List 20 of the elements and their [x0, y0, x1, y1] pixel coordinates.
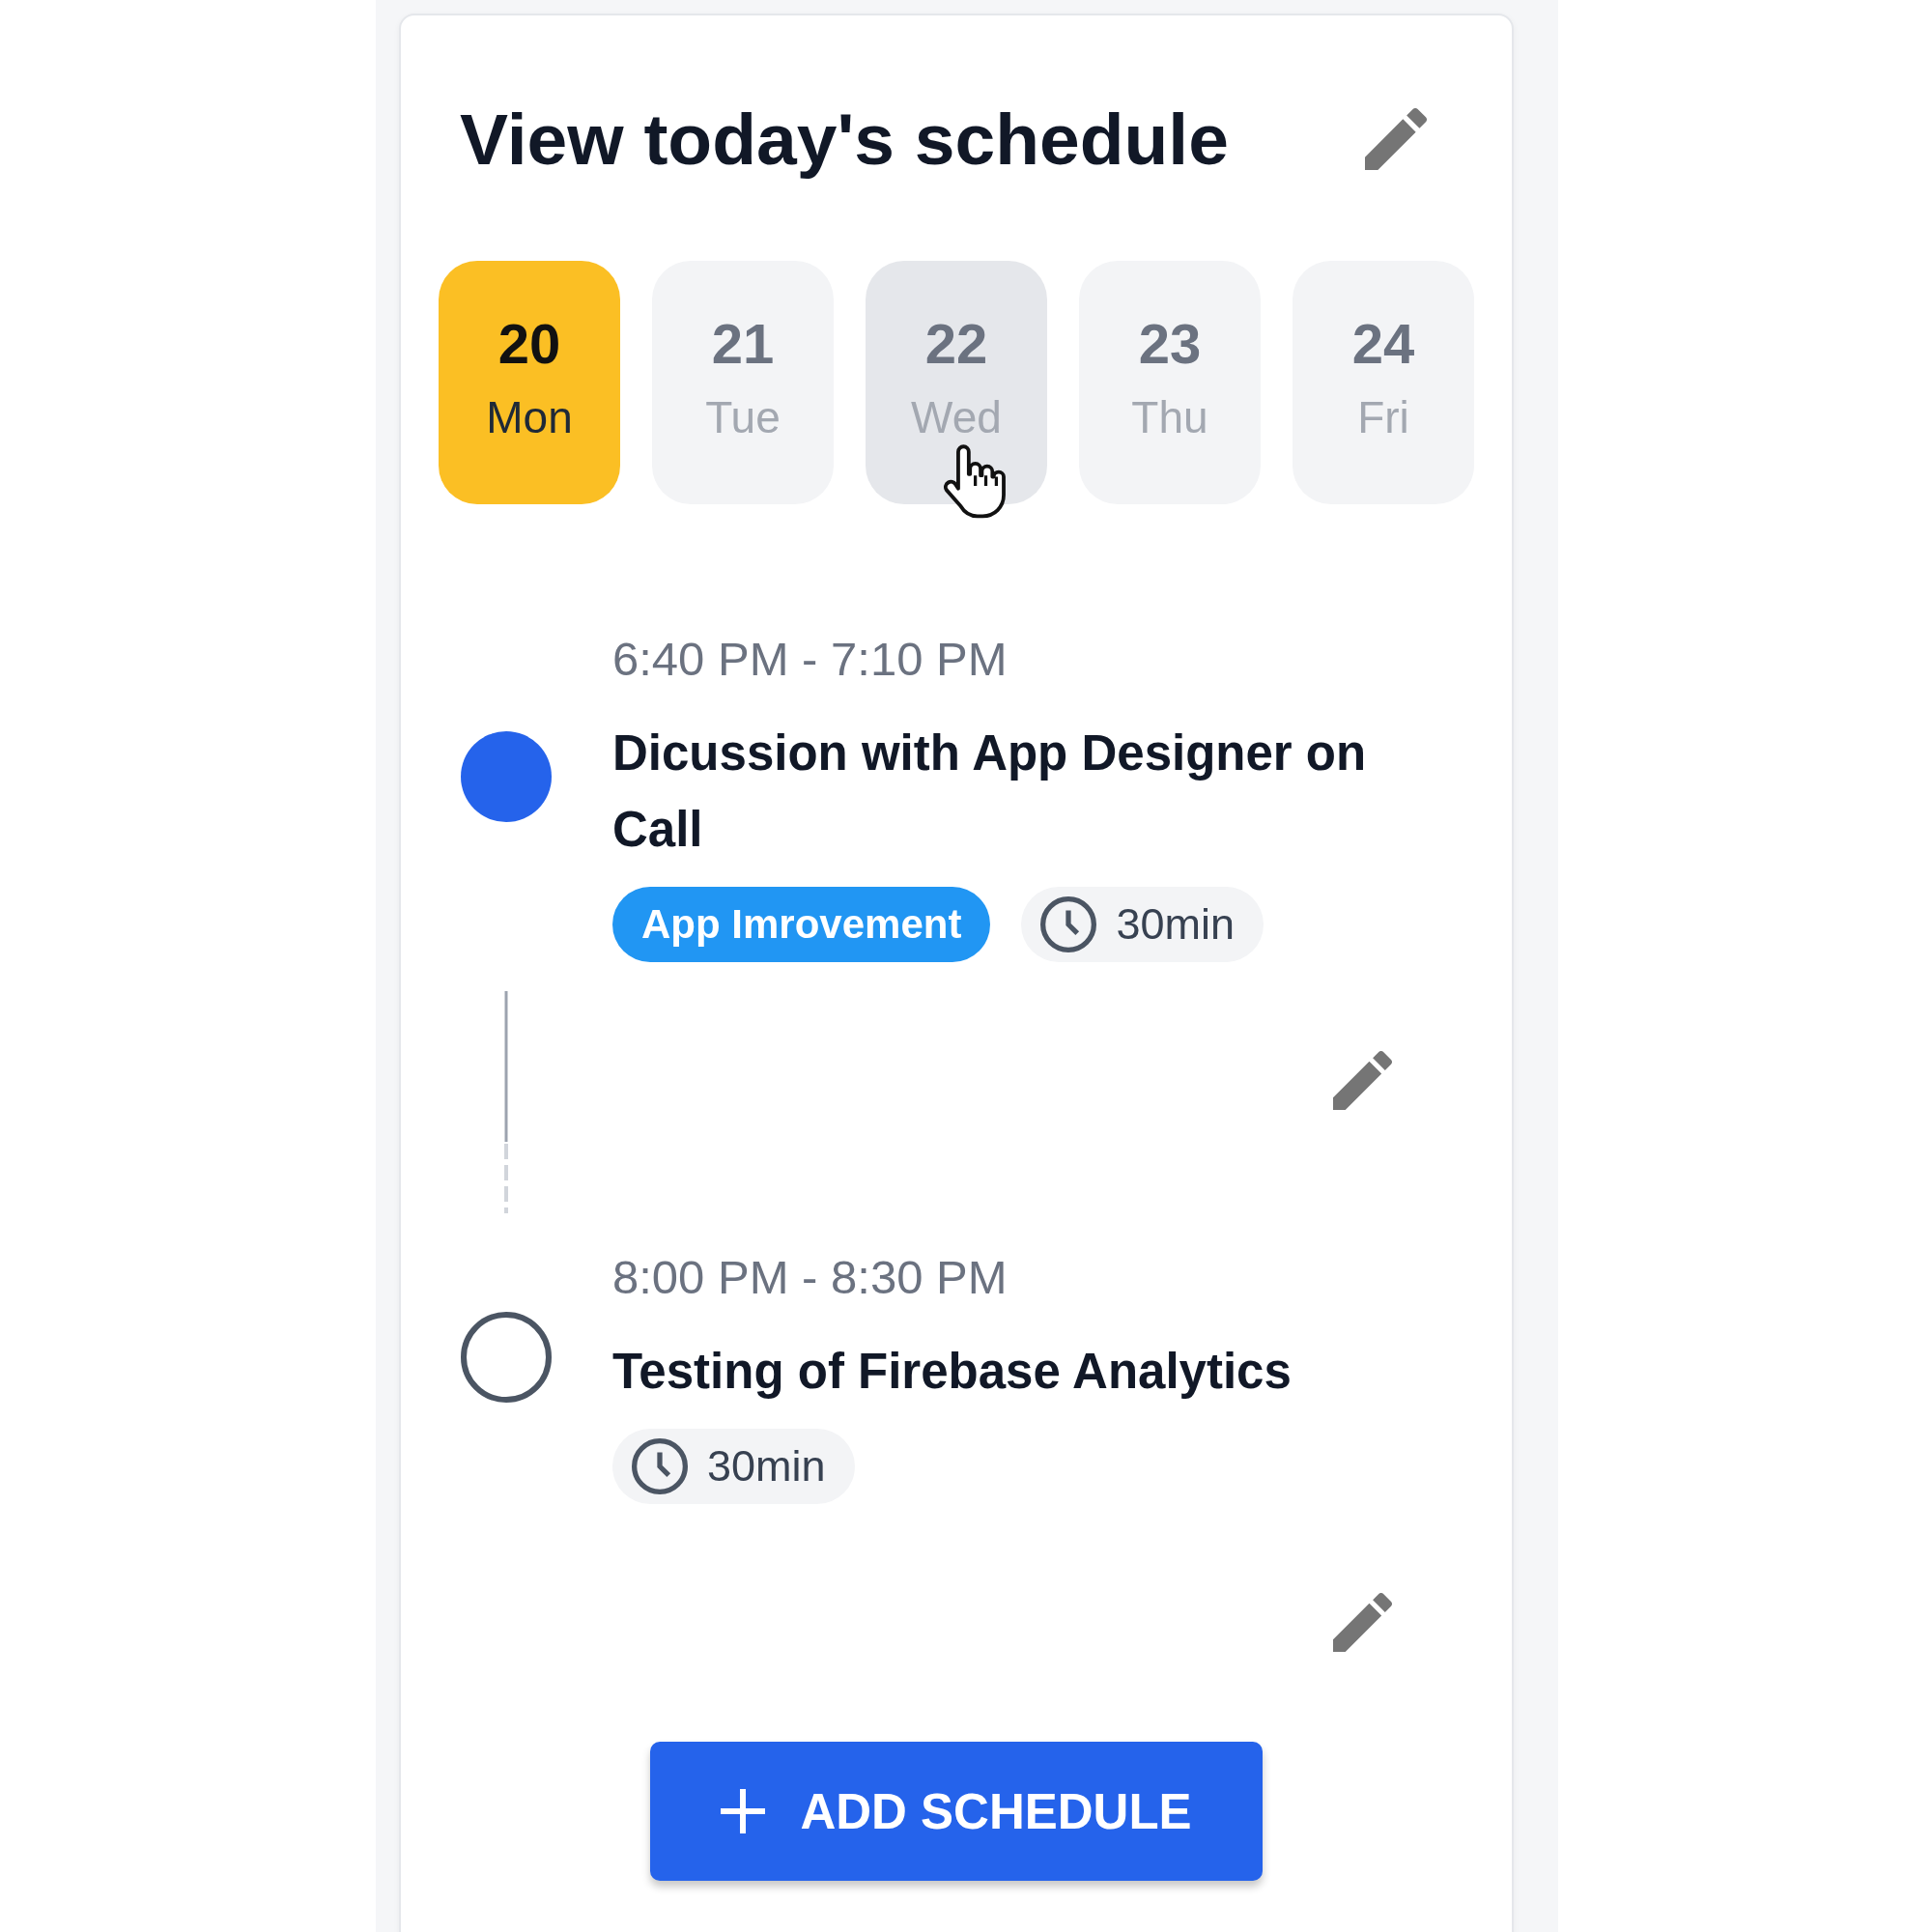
category-tag: App Imrovement	[612, 887, 991, 962]
day-tab[interactable]: 20 Mon	[439, 261, 620, 504]
duration-label: 30min	[707, 1441, 826, 1492]
event-title: Dicussion with App Designer on Call	[612, 724, 1368, 859]
clock-icon	[1040, 896, 1097, 952]
day-tab[interactable]: 23 Thu	[1079, 261, 1261, 504]
pencil-icon[interactable]	[1365, 108, 1427, 170]
day-tab[interactable]: 24 Fri	[1293, 261, 1474, 504]
event-time: 8:00 PM - 8:30 PM	[612, 1251, 1009, 1304]
pencil-icon[interactable]	[1333, 1593, 1392, 1652]
duration-label: 30min	[1116, 899, 1235, 950]
plus-icon	[721, 1789, 766, 1833]
day-tab[interactable]: 21 Tue	[652, 261, 834, 504]
event-title: Testing of Firebase Analytics	[612, 1343, 1293, 1401]
pencil-icon[interactable]	[1333, 1051, 1392, 1110]
clock-icon	[632, 1438, 688, 1494]
day-tab[interactable]: 22 Wed	[866, 261, 1047, 504]
card-title: View today's schedule	[460, 98, 1229, 182]
event-time: 6:40 PM - 7:10 PM	[612, 633, 1009, 686]
add-schedule-button[interactable]: ADD SCHEDULE	[650, 1742, 1263, 1881]
